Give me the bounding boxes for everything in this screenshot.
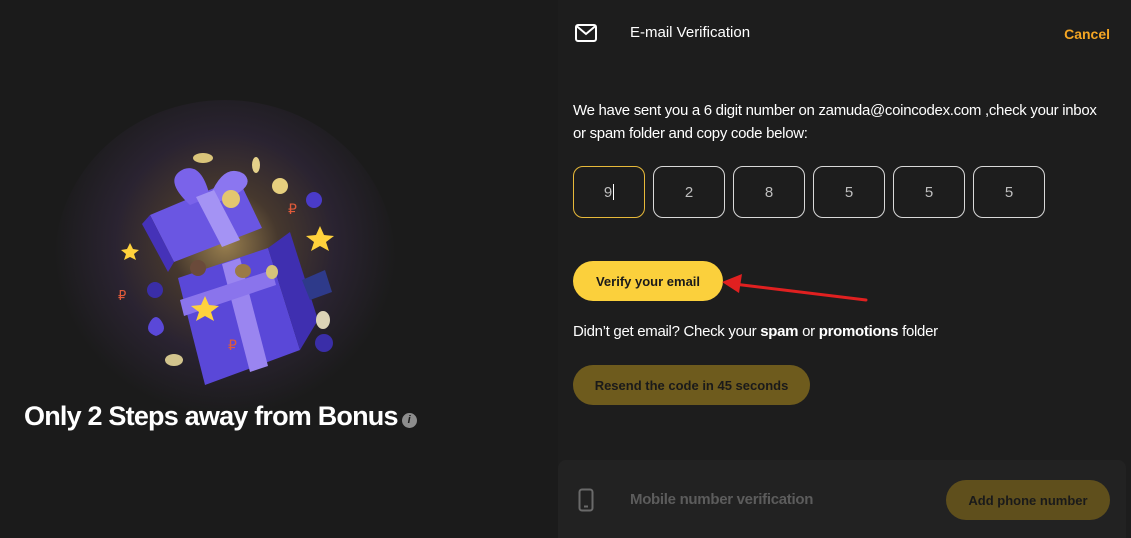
promo-headline: Only 2 Steps away from Bonus i <box>24 401 417 432</box>
code-digit-value: 5 <box>1004 183 1014 201</box>
code-digit-input-1[interactable]: 9 <box>573 166 645 218</box>
gift-illustration: ₽ ₽ ₽ <box>118 153 334 385</box>
code-digit-input-4[interactable]: 5 <box>813 166 885 218</box>
code-digit-value: 9 <box>603 183 613 201</box>
svg-text:₽: ₽ <box>118 289 126 304</box>
code-digit-value: 8 <box>764 183 774 201</box>
code-digit-input-3[interactable]: 8 <box>733 166 805 218</box>
cancel-button[interactable]: Cancel <box>1064 26 1110 42</box>
mail-icon <box>575 24 597 42</box>
code-digit-input-2[interactable]: 2 <box>653 166 725 218</box>
promo-headline-text: Only 2 Steps away from Bonus <box>24 401 399 431</box>
header-title: E-mail Verification <box>630 24 751 41</box>
svg-text:₽: ₽ <box>288 202 297 218</box>
help-spam: spam <box>760 323 799 340</box>
instructions-text: We have sent you a 6 digit number on zam… <box>573 102 1097 142</box>
promo-panel: ₽ ₽ ₽ Only 2 Steps away from Bonus i <box>0 0 558 538</box>
add-phone-number-button[interactable]: Add phone number <box>946 480 1110 520</box>
mobile-verification-section: Mobile number verification Add phone num… <box>558 460 1126 538</box>
verify-email-button[interactable]: Verify your email <box>573 261 723 301</box>
verification-header: E-mail Verification Cancel <box>558 0 1131 64</box>
code-digit-value: 2 <box>684 183 694 201</box>
info-icon[interactable]: i <box>401 413 417 428</box>
help-prefix: Didn’t get email? Check your <box>573 323 761 340</box>
text-caret <box>613 184 615 200</box>
help-suffix: folder <box>898 323 938 340</box>
svg-text:₽: ₽ <box>228 338 237 354</box>
mobile-verification-title: Mobile number verification <box>630 491 814 508</box>
help-or: or <box>798 323 819 340</box>
spam-help-text: Didn’t get email? Check your spam or pro… <box>573 323 938 340</box>
code-digit-input-5[interactable]: 5 <box>893 166 965 218</box>
code-input-row: 9 2 8 5 5 5 <box>573 166 1045 218</box>
code-digit-input-6[interactable]: 5 <box>973 166 1045 218</box>
resend-code-button[interactable]: Resend the code in 45 seconds <box>573 365 810 405</box>
code-digit-value: 5 <box>844 183 854 201</box>
code-digit-value: 5 <box>924 183 934 201</box>
annotation-arrow-icon <box>722 274 868 302</box>
phone-icon <box>578 488 594 512</box>
help-promotions: promotions <box>818 323 899 340</box>
